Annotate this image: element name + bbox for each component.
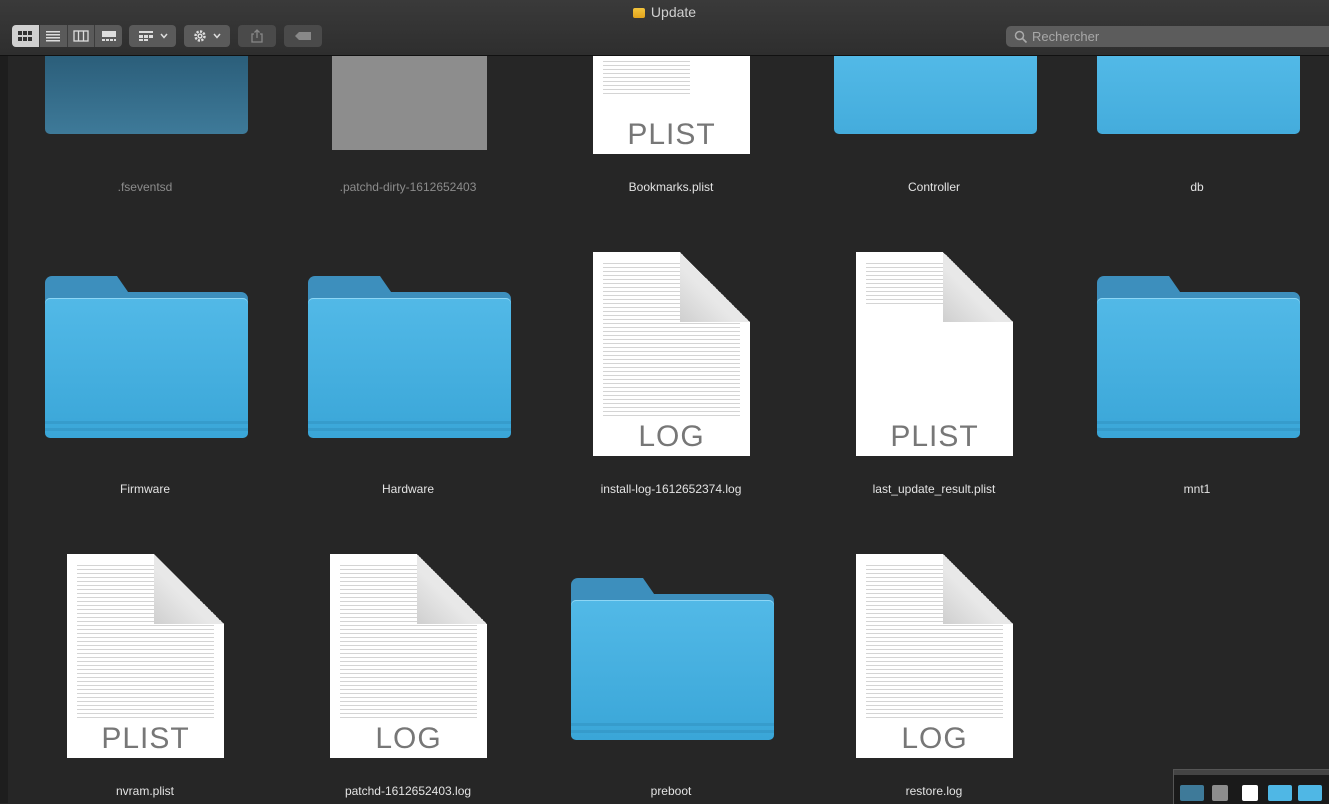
file-extension: PLIST [627,118,716,151]
file-extension: LOG [638,420,705,453]
search-icon [1014,30,1028,43]
share-button[interactable] [238,25,276,47]
icon-view-button[interactable] [12,25,40,47]
view-mode-control [12,25,122,47]
file-name: Hardware [381,482,435,496]
search-input[interactable] [1028,29,1329,44]
window-title-text: Update [650,4,697,20]
folder-icon [1097,56,1300,134]
group-button[interactable] [129,25,176,47]
file-extension: LOG [375,722,442,755]
file-name: Firmware [120,482,170,496]
folder-icon [45,56,248,134]
gallery-view-icon [101,31,116,41]
file-name: db [1190,180,1204,194]
file-thumbnail [332,56,487,150]
window-preview-thumbnail[interactable] [1173,769,1329,804]
window-titlebar: Update [0,0,1329,56]
plist-file-icon: PLIST [67,554,224,758]
file-name: mnt1 [1183,482,1211,496]
gallery-view-button[interactable] [95,25,122,47]
file-name: .patchd-dirty-1612652403 [339,180,477,194]
file-name: nvram.plist [115,784,174,798]
file-name: last_update_result.plist [872,482,996,496]
folder-icon [632,8,645,18]
file-name: Controller [907,180,961,194]
file-icon-grid: .fseventsd .patchd-dirty-1612652403 PLIS… [8,56,1329,803]
sidebar-edge[interactable] [0,56,8,803]
file-extension: PLIST [101,722,190,755]
search-field[interactable] [1006,26,1329,47]
window-title: Update [0,4,1329,20]
group-grid-icon [138,31,153,41]
log-file-icon: LOG [330,554,487,758]
folder-icon [834,56,1037,134]
chevron-down-icon [159,33,168,39]
list-view-icon [46,31,61,42]
file-name: restore.log [905,784,963,798]
file-extension: PLIST [890,420,979,453]
log-file-icon: LOG [856,554,1013,758]
share-icon [251,29,263,43]
icon-view-icon [18,31,33,41]
file-name: patchd-1612652403.log [344,784,472,798]
tag-icon [295,32,311,40]
file-extension: LOG [901,722,968,755]
column-view-button[interactable] [68,25,96,47]
tag-button[interactable] [284,25,322,47]
chevron-down-icon [213,33,221,39]
file-name: install-log-1612652374.log [600,482,742,496]
log-file-icon: LOG [593,252,750,456]
list-view-button[interactable] [40,25,68,47]
file-name: preboot [650,784,692,798]
column-view-icon [73,30,89,42]
file-name: Bookmarks.plist [628,180,714,194]
plist-file-icon: PLIST [593,56,750,154]
file-name: .fseventsd [117,180,173,194]
plist-file-icon: PLIST [856,252,1013,456]
action-button[interactable] [184,25,230,47]
gear-icon [194,30,206,42]
